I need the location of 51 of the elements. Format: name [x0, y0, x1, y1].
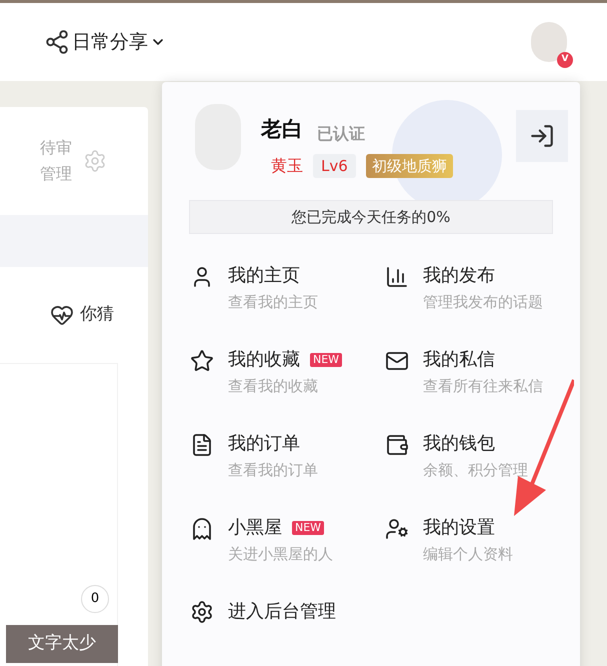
user-name: 老白 [261, 116, 303, 143]
menu-item-subtitle: 查看所有往来私信 [423, 376, 543, 397]
rank-title-badge: 初级地质狮 [366, 154, 453, 178]
envelope-icon [385, 349, 409, 373]
document-icon [190, 433, 214, 457]
menu-item-subtitle: 关进小黑屋的人 [228, 544, 333, 565]
admin-link[interactable]: 进入后台管理 [190, 598, 336, 625]
level-badge: Lv6 [313, 154, 356, 178]
logout-button[interactable] [516, 110, 568, 162]
menu-item[interactable]: 我的主页 查看我的主页 [190, 262, 385, 346]
menu-item[interactable]: 小黑屋 NEW 关进小黑屋的人 [190, 514, 385, 598]
menu-item-subtitle: 查看我的主页 [228, 292, 318, 313]
tab-link[interactable]: 你猜 [50, 302, 114, 328]
user-gear-icon [385, 517, 409, 541]
heart-pulse-icon [50, 303, 74, 327]
verified-badge: V [557, 52, 573, 68]
verified-status: 已认证 [317, 122, 365, 144]
menu-item-subtitle: 查看我的订单 [228, 460, 318, 481]
menu-item-title: 我的私信 [423, 348, 495, 372]
menu-item-subtitle: 余额、积分管理 [423, 460, 528, 481]
user-avatar[interactable] [531, 22, 567, 62]
menu-item[interactable]: 我的设置 编辑个人资料 [385, 514, 580, 598]
bar-chart-icon [385, 265, 409, 289]
new-badge: NEW [310, 352, 342, 366]
menu-item[interactable]: 我的发布 管理我发布的话题 [385, 262, 580, 346]
menu-item[interactable]: 我的私信 查看所有往来私信 [385, 346, 580, 430]
share-icon [44, 29, 70, 55]
progress-text: 您已完成今天任务的0% [292, 206, 450, 228]
menu-item-subtitle: 编辑个人资料 [423, 544, 513, 565]
new-badge: NEW [292, 520, 324, 534]
wallet-icon [385, 433, 409, 457]
text-too-short-button[interactable]: 文字太少 [6, 625, 118, 663]
logout-icon [529, 123, 555, 149]
gem-rank: 黄玉 [271, 154, 303, 177]
ghost-icon [190, 517, 214, 541]
menu-item[interactable]: 我的钱包 余额、积分管理 [385, 430, 580, 514]
count-badge: 0 [81, 585, 109, 613]
menu-item-title: 我的订单 [228, 432, 300, 456]
menu-item-title: 小黑屋 [228, 516, 282, 540]
menu-item[interactable]: 我的收藏 NEW 查看我的收藏 [190, 346, 385, 430]
menu-item-title: 我的收藏 [228, 348, 300, 372]
menu-item-title: 我的主页 [228, 264, 300, 288]
menu-item-title: 我的设置 [423, 516, 495, 540]
menu-item-title: 我的钱包 [423, 432, 495, 456]
star-icon [190, 349, 214, 373]
menu-item-subtitle: 查看我的收藏 [228, 376, 319, 397]
nav-link[interactable]: 日常分享 [44, 28, 166, 56]
settings-icon [190, 600, 214, 624]
menu-item-title: 我的发布 [423, 264, 495, 288]
menu-item[interactable]: 我的订单 查看我的订单 [190, 430, 385, 514]
menu-item-subtitle: 管理我发布的话题 [423, 292, 543, 313]
